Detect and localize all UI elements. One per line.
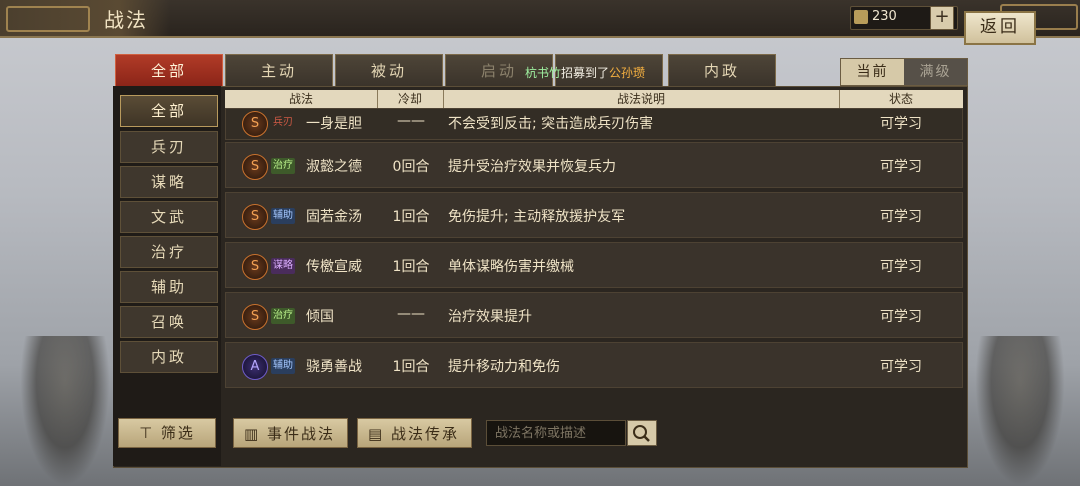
title-plate: 战法 xyxy=(0,0,170,36)
table-row[interactable]: A 辅助 骁勇善战 1回合 提升移动力和免伤 可学习 xyxy=(225,342,963,388)
tab-domestic[interactable]: 内政 xyxy=(668,54,776,88)
category-support[interactable]: 辅助 xyxy=(120,271,218,303)
category-weapon[interactable]: 兵刃 xyxy=(120,131,218,163)
header-tactic: 战法 xyxy=(225,90,378,108)
page-title: 战法 xyxy=(104,8,148,32)
table-row[interactable]: S 治疗 倾国 —— 治疗效果提升 可学习 xyxy=(225,292,963,338)
book-icon: ▤ xyxy=(368,425,391,443)
grade-s-icon: S xyxy=(242,204,268,230)
tab-active[interactable]: 主动 xyxy=(225,54,333,88)
inherit-tactics-button[interactable]: ▤ 战法传承 xyxy=(357,418,472,448)
warrior-illustration-left xyxy=(20,336,110,486)
grade-s-icon: S xyxy=(242,111,268,137)
back-button[interactable]: 返回 xyxy=(964,11,1036,45)
tactic-name: 传檄宣威 xyxy=(306,259,362,275)
table-header: 战法 冷却 战法说明 状态 xyxy=(225,90,963,108)
event-tactics-label: 事件战法 xyxy=(266,425,335,443)
tactic-cooldown: —— xyxy=(397,306,425,322)
level-toggle: 当前 满级 xyxy=(840,58,968,86)
table-row[interactable]: S 兵刃 一身是胆 —— 不会受到反击; 突击造成兵刃伤害 可学习 xyxy=(225,108,963,140)
tactic-desc: 治疗效果提升 xyxy=(448,309,532,325)
tab-passive[interactable]: 被动 xyxy=(335,54,443,88)
tab-all[interactable]: 全部 xyxy=(115,54,223,88)
tactic-desc: 单体谋略伤害并缴械 xyxy=(448,259,574,275)
inherit-tactics-label: 战法传承 xyxy=(390,425,459,443)
tactic-name: 骁勇善战 xyxy=(306,359,362,375)
type-tag: 治疗 xyxy=(271,308,295,324)
grade-s-icon: S xyxy=(242,254,268,280)
tactic-cooldown: —— xyxy=(397,113,425,129)
toggle-max[interactable]: 满级 xyxy=(904,59,967,85)
category-summon[interactable]: 召唤 xyxy=(120,306,218,338)
top-bar: 战法 230 + xyxy=(0,0,1080,38)
grade-a-icon: A xyxy=(242,354,268,380)
search-icon xyxy=(633,425,650,442)
tactic-status: 可学习 xyxy=(880,309,922,325)
header-description: 战法说明 xyxy=(443,90,840,108)
filter-label: 筛选 xyxy=(160,424,195,442)
recruit-notice: 杭书竹招募到了公孙瓒 xyxy=(525,64,645,81)
tactic-desc: 提升移动力和免伤 xyxy=(448,359,560,375)
type-tag: 辅助 xyxy=(271,208,295,224)
tactic-cooldown: 1回合 xyxy=(392,259,430,275)
tactic-status: 可学习 xyxy=(880,359,922,375)
search-button[interactable] xyxy=(627,420,657,446)
search-input[interactable]: 战法名称或描述 xyxy=(486,420,626,446)
event-tactics-button[interactable]: ▥ 事件战法 xyxy=(233,418,348,448)
table-row[interactable]: S 治疗 淑懿之德 0回合 提升受治疗效果并恢复兵力 可学习 xyxy=(225,142,963,188)
notice-text: 招募到了 xyxy=(561,66,610,80)
currency-icon xyxy=(854,10,868,24)
event-list-icon: ▥ xyxy=(244,425,267,443)
tactic-cooldown: 1回合 xyxy=(392,359,430,375)
tactic-cooldown: 0回合 xyxy=(392,159,430,175)
tactic-name: 固若金汤 xyxy=(306,209,362,225)
tactic-name: 倾国 xyxy=(306,309,334,325)
header-status: 状态 xyxy=(888,92,913,106)
table-row[interactable]: S 谋略 传檄宣威 1回合 单体谋略伤害并缴械 可学习 xyxy=(225,242,963,288)
tactic-name: 淑懿之德 xyxy=(306,159,362,175)
grade-s-icon: S xyxy=(242,154,268,180)
warrior-illustration-right xyxy=(975,336,1065,486)
type-tag: 兵刃 xyxy=(273,117,293,128)
category-all[interactable]: 全部 xyxy=(120,95,218,127)
tactic-status: 可学习 xyxy=(880,259,922,275)
currency-value: 230 xyxy=(872,9,897,24)
tactic-status: 可学习 xyxy=(880,209,922,225)
header-cooldown: 冷却 xyxy=(377,90,444,108)
toggle-current[interactable]: 当前 xyxy=(841,59,904,85)
category-strategy[interactable]: 谋略 xyxy=(120,166,218,198)
ornament-icon xyxy=(6,6,90,32)
table-row[interactable]: S 辅助 固若金汤 1回合 免伤提升; 主动释放援护友军 可学习 xyxy=(225,192,963,238)
category-domestic[interactable]: 内政 xyxy=(120,341,218,373)
tactic-desc: 免伤提升; 主动释放援护友军 xyxy=(448,209,626,225)
tactic-cooldown: 1回合 xyxy=(392,209,430,225)
category-heal[interactable]: 治疗 xyxy=(120,236,218,268)
filter-icon: ⊤ xyxy=(139,424,161,442)
tactic-status: 可学习 xyxy=(880,116,922,132)
filter-button[interactable]: ⊤ 筛选 xyxy=(118,418,216,448)
tactic-status: 可学习 xyxy=(880,159,922,175)
type-tag: 治疗 xyxy=(271,158,295,174)
category-civil-military[interactable]: 文武 xyxy=(120,201,218,233)
notice-hero: 公孙瓒 xyxy=(609,66,646,80)
type-tag: 辅助 xyxy=(271,358,295,374)
type-tag: 谋略 xyxy=(271,258,295,274)
tactic-desc: 提升受治疗效果并恢复兵力 xyxy=(448,159,616,175)
add-currency-button[interactable]: + xyxy=(930,6,954,30)
tactic-name: 一身是胆 xyxy=(306,116,362,132)
tactic-desc: 不会受到反击; 突击造成兵刃伤害 xyxy=(448,116,654,132)
notice-player: 杭书竹 xyxy=(525,66,562,80)
grade-s-icon: S xyxy=(242,304,268,330)
